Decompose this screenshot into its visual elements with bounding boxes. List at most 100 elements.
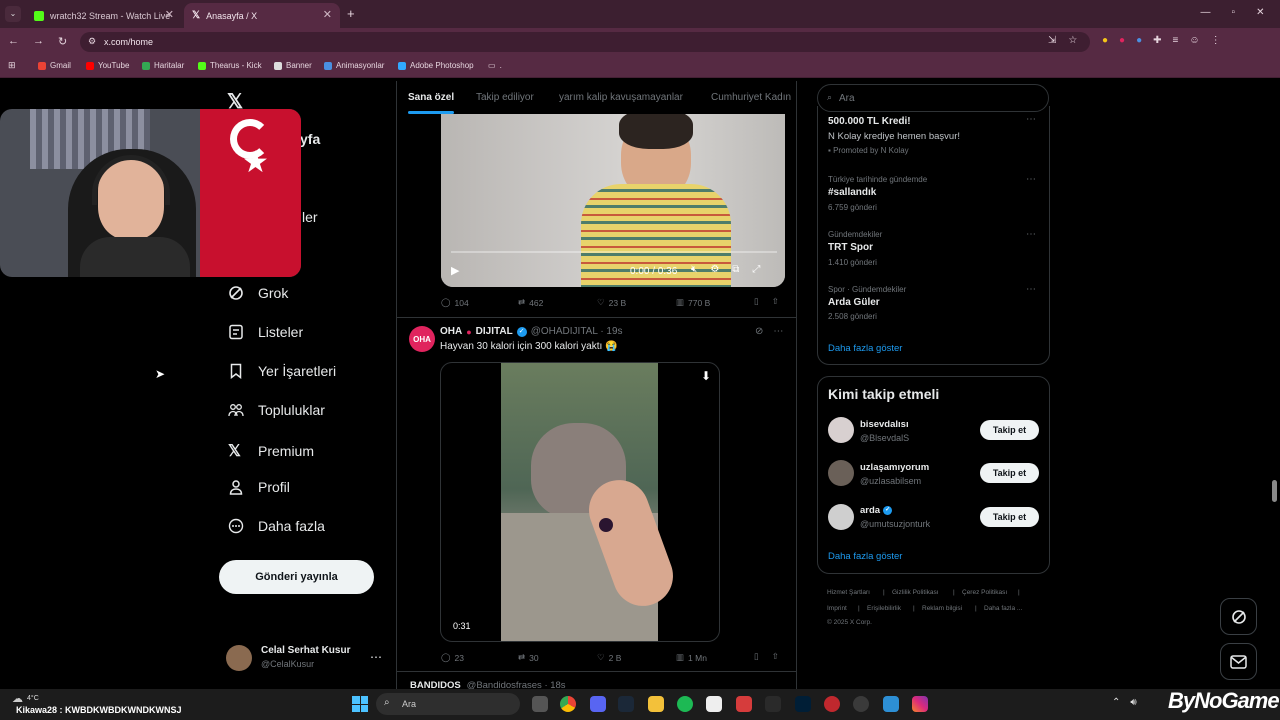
steam-icon[interactable] bbox=[618, 696, 634, 712]
bookmark-icon[interactable]: ▯ bbox=[754, 651, 759, 662]
tab-following[interactable]: Takip ediliyor bbox=[476, 92, 534, 103]
play-icon[interactable]: ▶ bbox=[451, 264, 459, 277]
footer-privacy-link[interactable]: Gizlilik Politikası bbox=[892, 589, 939, 596]
follow-button[interactable]: Takip et bbox=[980, 463, 1039, 483]
bookmark-folder[interactable]: ▭. bbox=[488, 61, 502, 70]
views-button[interactable]: ▥ 770 B bbox=[676, 297, 710, 308]
repost-button[interactable]: ⇄ 30 bbox=[518, 652, 539, 663]
tab-search-button[interactable]: ⌄ bbox=[5, 6, 21, 22]
more-icon[interactable]: ⋯ bbox=[1026, 174, 1037, 185]
maximize-icon[interactable]: ▫ bbox=[1232, 7, 1236, 18]
footer-ads-info-link[interactable]: Reklam bilgisi bbox=[922, 605, 962, 612]
instagram-icon[interactable] bbox=[912, 696, 928, 712]
bookmark-youtube[interactable]: YouTube bbox=[86, 61, 129, 70]
start-button[interactable] bbox=[352, 696, 368, 712]
sidebar-item-bookmarks[interactable]: Yer İşaretleri bbox=[228, 363, 336, 379]
media-icon[interactable]: ≡ bbox=[1173, 35, 1179, 46]
download-icon[interactable]: ⬇ bbox=[701, 369, 711, 383]
like-button[interactable]: ♡ 2 B bbox=[597, 652, 621, 663]
sidebar-item-more[interactable]: Daha fazla bbox=[228, 518, 325, 534]
puzzle-icon[interactable]: ✚ bbox=[1153, 35, 1161, 46]
address-bar[interactable] bbox=[80, 32, 1090, 52]
tweet-author-name[interactable]: OHA bbox=[440, 326, 462, 337]
close-window-icon[interactable]: ✕ bbox=[1256, 7, 1264, 18]
volume-icon[interactable]: 🔊︎ bbox=[1130, 697, 1136, 708]
grok-icon[interactable]: ⊘ bbox=[755, 326, 763, 337]
chevron-up-icon[interactable]: ⌃ bbox=[1112, 697, 1120, 708]
page-scrollbar-thumb[interactable] bbox=[1272, 480, 1277, 502]
like-button[interactable]: ♡ 23 B bbox=[597, 297, 626, 308]
capcut-icon[interactable] bbox=[706, 696, 722, 712]
more-icon[interactable]: ⋯ bbox=[773, 326, 783, 337]
show-more-trends-link[interactable]: Daha fazla göster bbox=[828, 343, 902, 354]
new-tab-button[interactable]: + bbox=[347, 6, 355, 21]
apps-icon[interactable]: ⊞ bbox=[8, 60, 16, 71]
video-progress-track[interactable] bbox=[451, 251, 777, 253]
site-info-icon[interactable]: ⚙ bbox=[88, 36, 96, 47]
sidebar-item-partial-1[interactable]: yfa bbox=[300, 131, 320, 147]
bookmark-animations[interactable]: Animasyonlar bbox=[324, 61, 384, 70]
photoshop-icon[interactable] bbox=[795, 696, 811, 712]
mute-icon[interactable]: 🔇︎ bbox=[691, 264, 697, 275]
footer-accessibility-link[interactable]: Erişilebilirlik bbox=[867, 605, 901, 612]
tab-x-home[interactable]: 𝕏 Anasayfa / X ✕ bbox=[184, 3, 340, 28]
sidebar-item-grok[interactable]: Grok bbox=[228, 285, 288, 301]
bookmark-maps[interactable]: Haritalar bbox=[142, 61, 184, 70]
share-icon[interactable]: ⇧ bbox=[772, 296, 779, 307]
close-icon[interactable]: ✕ bbox=[165, 8, 174, 21]
app-icon[interactable] bbox=[736, 696, 752, 712]
footer-terms-link[interactable]: Hizmet Şartları bbox=[827, 589, 870, 596]
repost-button[interactable]: ⇄ 462 bbox=[518, 297, 543, 308]
footer-more-link[interactable]: Daha fazla ... bbox=[984, 605, 1022, 612]
reload-icon[interactable]: ↻ bbox=[58, 35, 67, 48]
file-explorer-icon[interactable] bbox=[648, 696, 664, 712]
forward-icon[interactable]: → bbox=[33, 35, 44, 48]
obs-icon[interactable] bbox=[853, 696, 869, 712]
reply-button[interactable]: ◯ 23 bbox=[441, 652, 464, 663]
follow-button[interactable]: Takip et bbox=[980, 507, 1039, 527]
photos-icon[interactable] bbox=[883, 696, 899, 712]
extension-icon[interactable]: ● bbox=[1102, 35, 1108, 46]
follow-button[interactable]: Takip et bbox=[980, 420, 1039, 440]
show-more-follow-link[interactable]: Daha fazla göster bbox=[828, 551, 902, 562]
pip-icon[interactable]: ⧉ bbox=[732, 264, 739, 275]
more-icon[interactable]: ⋯ bbox=[1026, 284, 1037, 295]
tab-kick[interactable]: wratch32 Stream - Watch Live o ✕ bbox=[26, 3, 182, 28]
video-player[interactable]: ▶ 0:00 / 0:36 🔇︎ ⚙ ⧉ ⤢ bbox=[441, 114, 785, 287]
sidebar-item-lists[interactable]: Listeler bbox=[228, 324, 303, 340]
settings-icon[interactable]: ⚙ bbox=[710, 264, 719, 275]
more-icon[interactable]: ⋯ bbox=[370, 650, 382, 664]
back-icon[interactable]: ← bbox=[8, 35, 19, 48]
extension-icon[interactable]: ● bbox=[1119, 35, 1125, 46]
tab-for-you[interactable]: Sana özel bbox=[408, 92, 454, 103]
bookmark-photoshop[interactable]: Adobe Photoshop bbox=[398, 61, 474, 70]
chrome-icon[interactable] bbox=[560, 696, 576, 712]
bookmark-banner[interactable]: Banner bbox=[274, 61, 312, 70]
bookmark-gmail[interactable]: Gmail bbox=[38, 61, 71, 70]
minimize-icon[interactable]: — bbox=[1201, 7, 1211, 18]
task-view-icon[interactable] bbox=[532, 696, 548, 712]
taskbar-search[interactable]: ⌕ Ara bbox=[376, 693, 520, 715]
sidebar-item-partial-2[interactable]: ler bbox=[302, 209, 318, 225]
more-icon[interactable]: ⋯ bbox=[1026, 114, 1037, 125]
tab-list-1[interactable]: yarım kalip kavuşamayanlar bbox=[559, 92, 683, 103]
sidebar-item-profile[interactable]: Profil bbox=[228, 479, 290, 495]
bookmark-star-icon[interactable]: ☆ bbox=[1068, 35, 1077, 46]
epic-games-icon[interactable] bbox=[765, 696, 781, 712]
tweet-author-name-2[interactable]: DIJITAL bbox=[476, 326, 513, 337]
url-text[interactable]: x.com/home bbox=[104, 37, 153, 47]
close-icon[interactable]: ✕ bbox=[323, 8, 332, 21]
tab-list-2[interactable]: Cumhuriyet Kadın bbox=[711, 92, 791, 103]
tweet-avatar[interactable]: OHA bbox=[409, 326, 435, 352]
post-button[interactable]: Gönderi yayınla bbox=[219, 560, 374, 594]
weather-widget[interactable]: ☁ 4°C bbox=[12, 692, 39, 705]
install-icon[interactable]: ⇲ bbox=[1048, 35, 1056, 46]
sidebar-item-communities[interactable]: Topluluklar bbox=[228, 402, 325, 418]
more-icon[interactable]: ⋯ bbox=[1026, 229, 1037, 240]
fullscreen-icon[interactable]: ⤢ bbox=[752, 264, 760, 275]
ad-title[interactable]: 500.000 TL Kredi! bbox=[828, 116, 911, 127]
views-button[interactable]: ▥ 1 Mn bbox=[676, 652, 707, 663]
bookmark-kick[interactable]: Thearus - Kick bbox=[198, 61, 262, 70]
bookmark-icon[interactable]: ▯ bbox=[754, 296, 759, 307]
discord-icon[interactable] bbox=[590, 696, 606, 712]
